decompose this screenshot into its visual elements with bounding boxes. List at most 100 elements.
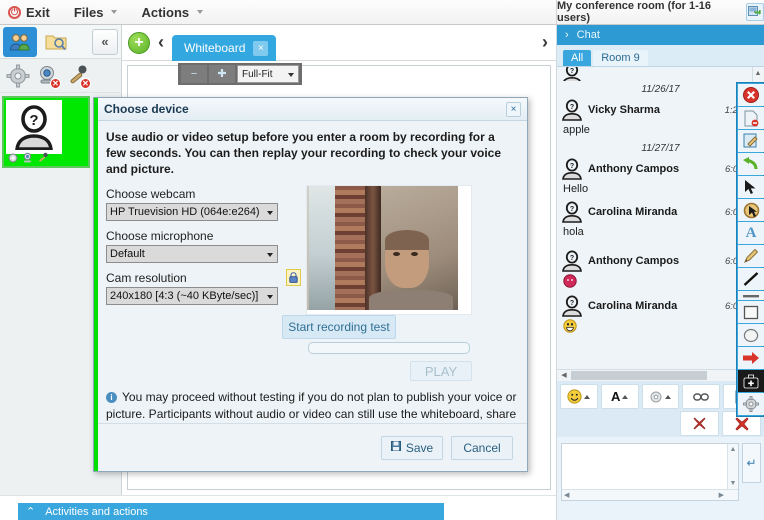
chat-input-hscrollbar[interactable]: ◀ ▶ (562, 489, 738, 500)
exit-room-icon[interactable] (745, 3, 764, 21)
thickness-icon[interactable] (738, 291, 764, 300)
unknown-user-icon: ? (561, 250, 583, 272)
user-video-tile[interactable]: ? (2, 96, 90, 168)
close-document-icon[interactable] (738, 84, 764, 106)
svg-text:?: ? (29, 112, 38, 129)
chat-tab-room9[interactable]: Room 9 (593, 50, 648, 66)
rectangle-icon[interactable] (738, 301, 764, 323)
chevron-down-icon (197, 10, 204, 14)
clipart-icon[interactable] (738, 370, 764, 392)
play-button[interactable]: PLAY (410, 361, 472, 381)
avatar-glyph: ? (562, 201, 582, 223)
add-whiteboard-button[interactable]: + (128, 31, 150, 54)
tabs-next-button[interactable]: › (540, 32, 550, 53)
cancel-button[interactable]: Cancel (451, 435, 513, 460)
save-document-glyph (743, 133, 758, 148)
start-recording-test-button[interactable]: Start recording test (282, 315, 396, 339)
arrow-icon[interactable] (738, 347, 764, 369)
webcam-denied-icon[interactable]: ✕ (36, 64, 61, 89)
color-button[interactable] (641, 384, 680, 409)
select-object-glyph (743, 202, 759, 218)
close-icon[interactable]: × (506, 101, 521, 117)
scroll-up-icon[interactable]: ▲ (753, 68, 763, 79)
gear-icon[interactable] (7, 152, 19, 164)
denied-badge: ✕ (50, 77, 61, 89)
pencil-icon[interactable] (738, 245, 764, 267)
webcam-icon[interactable] (22, 152, 34, 164)
avatar-glyph: ? (562, 295, 582, 317)
whiteboard-tab-label: Whiteboard (184, 41, 246, 55)
zoom-in-button[interactable]: ✚ (209, 65, 235, 83)
text-tool-icon[interactable]: A (738, 222, 764, 244)
scroll-left-icon[interactable]: ◀ (564, 490, 569, 501)
avatar: ? (6, 100, 62, 154)
whiteboard-tab[interactable]: Whiteboard × (172, 35, 277, 61)
emoticon-button[interactable] (560, 384, 598, 409)
enter-arrow-icon: ↵ (746, 456, 757, 470)
chevron-right-icon: › (565, 29, 569, 41)
scroll-up-icon[interactable]: ▲ (728, 444, 738, 455)
list-item: ? Carolina Miranda 6:04 AM (561, 199, 760, 225)
ellipse-glyph (743, 328, 759, 342)
send-message-button[interactable]: ↵ (742, 443, 761, 483)
zoom-out-button[interactable]: − (181, 65, 207, 83)
sidebar-tab-files[interactable] (39, 27, 73, 57)
zoom-fit-value: Full-Fit (242, 69, 273, 80)
save-document-icon[interactable] (738, 130, 764, 152)
menu-files[interactable]: Files (62, 0, 130, 24)
svg-text:?: ? (570, 68, 574, 75)
chat-log-hscrollbar[interactable]: ◀ ▶ (557, 369, 764, 381)
clear-message-button[interactable] (680, 411, 719, 436)
chevron-up-icon (622, 394, 629, 399)
scroll-left-icon[interactable]: ◀ (558, 370, 570, 381)
collapse-sidebar-button[interactable]: « (92, 28, 118, 55)
link-button[interactable] (682, 384, 721, 409)
cam-resolution-select[interactable]: 240x180 [4:3 (~40 KByte/sec)] (106, 287, 278, 305)
gear-icon[interactable] (6, 64, 30, 88)
scroll-down-icon[interactable]: ▼ (728, 478, 738, 489)
scroll-thumb[interactable] (571, 371, 707, 380)
activities-and-actions-bar[interactable]: ⌃ Activities and actions (18, 503, 444, 520)
microphone-denied-icon[interactable]: ✕ (66, 64, 91, 89)
svg-text:?: ? (570, 163, 574, 170)
tabs-prev-button[interactable]: ‹ (156, 32, 166, 53)
select-object-icon[interactable] (738, 199, 764, 221)
chevron-down-icon (267, 295, 273, 299)
webcam-preview (306, 185, 472, 315)
chat-input-area[interactable]: ▲ ▼ ◀ ▶ (561, 443, 739, 501)
close-icon[interactable]: × (253, 40, 269, 56)
sidebar-tab-users[interactable] (3, 26, 37, 57)
zoom-fit-select[interactable]: Full-Fit (237, 65, 299, 83)
pointer-icon[interactable] (738, 176, 764, 198)
chat-header[interactable]: › Chat (557, 25, 764, 45)
microphone-select[interactable]: Default (106, 245, 278, 263)
ellipse-icon[interactable] (738, 324, 764, 346)
microphone-icon[interactable] (37, 152, 49, 164)
font-button[interactable]: A (600, 384, 639, 409)
menu-exit[interactable]: ⏻ Exit (0, 0, 62, 24)
info-icon: i (106, 392, 117, 404)
thickness-glyph (743, 294, 759, 297)
top-menu-bar: ⏻ Exit Files Actions (0, 0, 556, 25)
webcam-preview-image (307, 186, 458, 310)
message-emoji (561, 274, 760, 293)
lock-warning-icon[interactable] (286, 269, 301, 286)
save-button[interactable]: Save (381, 435, 443, 460)
menu-actions[interactable]: Actions (129, 0, 215, 24)
settings-icon[interactable] (738, 393, 764, 415)
color-wheel-icon (650, 391, 662, 402)
add-whiteboard-label: + (134, 33, 144, 51)
undo-icon[interactable] (738, 153, 764, 175)
scroll-right-icon[interactable]: ▶ (719, 490, 724, 501)
unknown-user-icon: ? (561, 67, 583, 81)
chat-message-log[interactable]: ? 11/26/17 ? Vicky Sharma 1:21 apple 11/… (557, 67, 764, 381)
message-author (588, 68, 760, 80)
unknown-user-icon: ? (561, 295, 583, 317)
webcam-select[interactable]: HP Truevision HD (064e:e264) (106, 203, 278, 221)
new-document-icon[interactable] (738, 107, 764, 129)
preview-person-hair (385, 230, 429, 250)
line-tool-icon[interactable] (738, 268, 764, 290)
chat-input-vscrollbar[interactable]: ▲ ▼ (727, 444, 738, 489)
chat-tab-all[interactable]: All (563, 50, 592, 66)
chevron-up-icon: ⌃ (26, 506, 36, 518)
